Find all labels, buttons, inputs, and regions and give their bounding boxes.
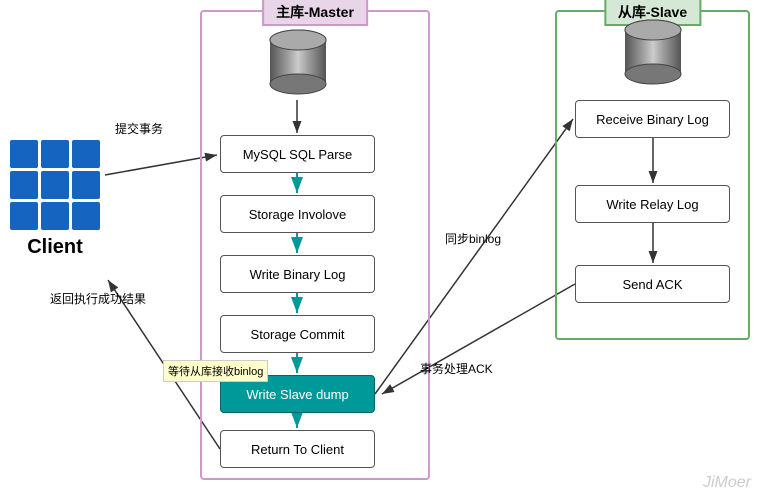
- submit-transaction-label: 提交事务: [115, 120, 163, 137]
- sync-binlog-label: 同步binlog: [445, 230, 501, 247]
- master-title: 主库-Master: [262, 0, 368, 26]
- return-to-client-box: Return To Client: [220, 430, 375, 468]
- send-ack-box: Send ACK: [575, 265, 730, 303]
- wait-binlog-label: 等待从库接收binlog: [163, 360, 268, 382]
- sql-parse-box: MySQL SQL Parse: [220, 135, 375, 173]
- storage-involve-box: Storage Involove: [220, 195, 375, 233]
- slave-db-icon: [622, 18, 684, 91]
- grid-cell: [72, 202, 100, 230]
- grid-cell: [10, 140, 38, 168]
- grid-cell: [72, 171, 100, 199]
- grid-cell: [41, 140, 69, 168]
- diagram-container: Client 主库-Master 从库-Slave: [0, 0, 763, 500]
- return-result-label: 返回执行成功结果: [50, 290, 146, 307]
- grid-cell: [72, 140, 100, 168]
- write-relay-log-box: Write Relay Log: [575, 185, 730, 223]
- grid-cell: [10, 171, 38, 199]
- client-grid: [10, 140, 100, 230]
- receive-binary-log-box: Receive Binary Log: [575, 100, 730, 138]
- client-section: Client: [10, 140, 100, 259]
- grid-cell: [41, 202, 69, 230]
- client-label: Client: [10, 236, 100, 259]
- grid-cell: [10, 202, 38, 230]
- grid-cell: [41, 171, 69, 199]
- transaction-ack-label: 事务处理ACK: [420, 360, 493, 377]
- master-db-icon: [267, 28, 329, 101]
- write-binary-log-box: Write Binary Log: [220, 255, 375, 293]
- watermark: JiMoer: [703, 474, 751, 492]
- storage-commit-box: Storage Commit: [220, 315, 375, 353]
